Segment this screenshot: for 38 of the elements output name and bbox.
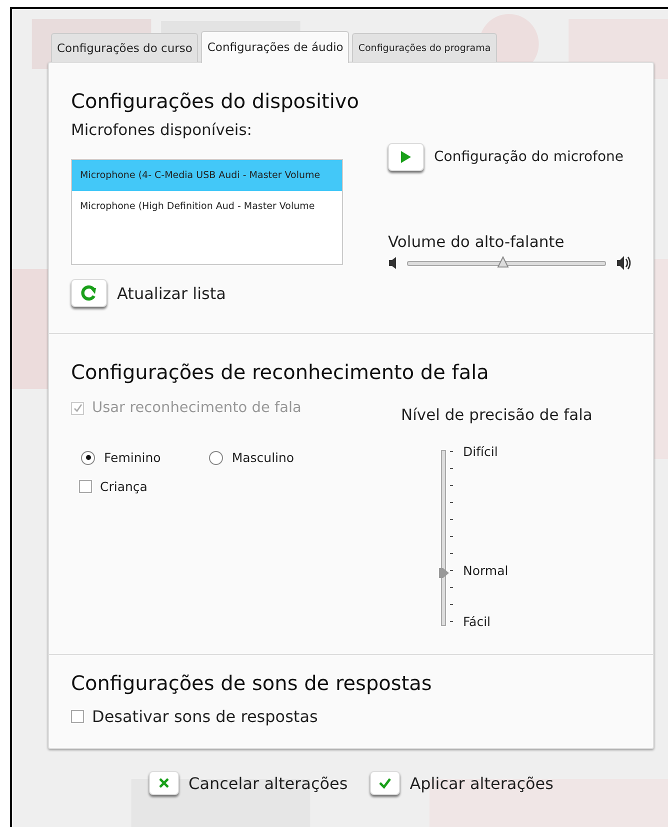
checkbox-label: Criança xyxy=(100,479,148,494)
checkbox[interactable] xyxy=(71,710,84,723)
play-button[interactable] xyxy=(388,143,424,171)
checkbox[interactable] xyxy=(79,480,92,493)
section-title: Configurações de reconhecimento de fala xyxy=(71,360,489,384)
tab[interactable]: Configurações de áudio xyxy=(201,31,350,63)
check-icon xyxy=(378,776,392,790)
volume-label: Volume do alto-falante xyxy=(388,233,564,251)
cancel-button[interactable] xyxy=(148,771,179,795)
speaker-low-icon xyxy=(388,256,397,270)
tab[interactable]: Configurações do programa xyxy=(352,33,497,62)
scale-label: Fácil xyxy=(463,614,491,628)
radio-button[interactable] xyxy=(81,450,95,464)
volume-thumb[interactable] xyxy=(496,256,509,268)
checkbox-label: Desativar sons de respostas xyxy=(92,707,318,726)
scale-label: Normal xyxy=(463,562,508,578)
list-item[interactable]: Microphone (4- C-Media USB Audi - Master Volume xyxy=(72,160,342,191)
section-title: Configurações de sons de respostas xyxy=(71,671,432,695)
button-label[interactable]: Aplicar alterações xyxy=(410,774,554,792)
section-title: Configurações do dispositivo xyxy=(71,89,359,113)
speaker-loud-icon xyxy=(616,255,633,271)
refresh-label[interactable]: Atualizar lista xyxy=(117,284,226,302)
radio-label: Feminino xyxy=(104,450,161,465)
list-item[interactable]: Microphone (High Definition Aud - Master Volume xyxy=(72,191,342,222)
scale-label: Difícil xyxy=(463,444,498,458)
accuracy-thumb[interactable] xyxy=(438,566,450,579)
accuracy-label: Nível de precisão de fala xyxy=(401,406,592,424)
checkbox-label: Usar reconhecimento de fala xyxy=(92,400,302,416)
refresh-button[interactable] xyxy=(71,279,107,307)
refresh-icon xyxy=(81,285,97,301)
radio-label: Masculino xyxy=(232,450,294,465)
mic-setup-label[interactable]: Configuração do microfone xyxy=(434,149,624,165)
button-label[interactable]: Cancelar alterações xyxy=(188,774,348,792)
tab[interactable]: Configurações do curso xyxy=(51,33,198,62)
close-icon xyxy=(156,776,171,790)
apply-button[interactable] xyxy=(370,771,400,795)
radio-button[interactable] xyxy=(208,450,223,464)
list-label: Microfones disponíveis: xyxy=(71,121,252,139)
